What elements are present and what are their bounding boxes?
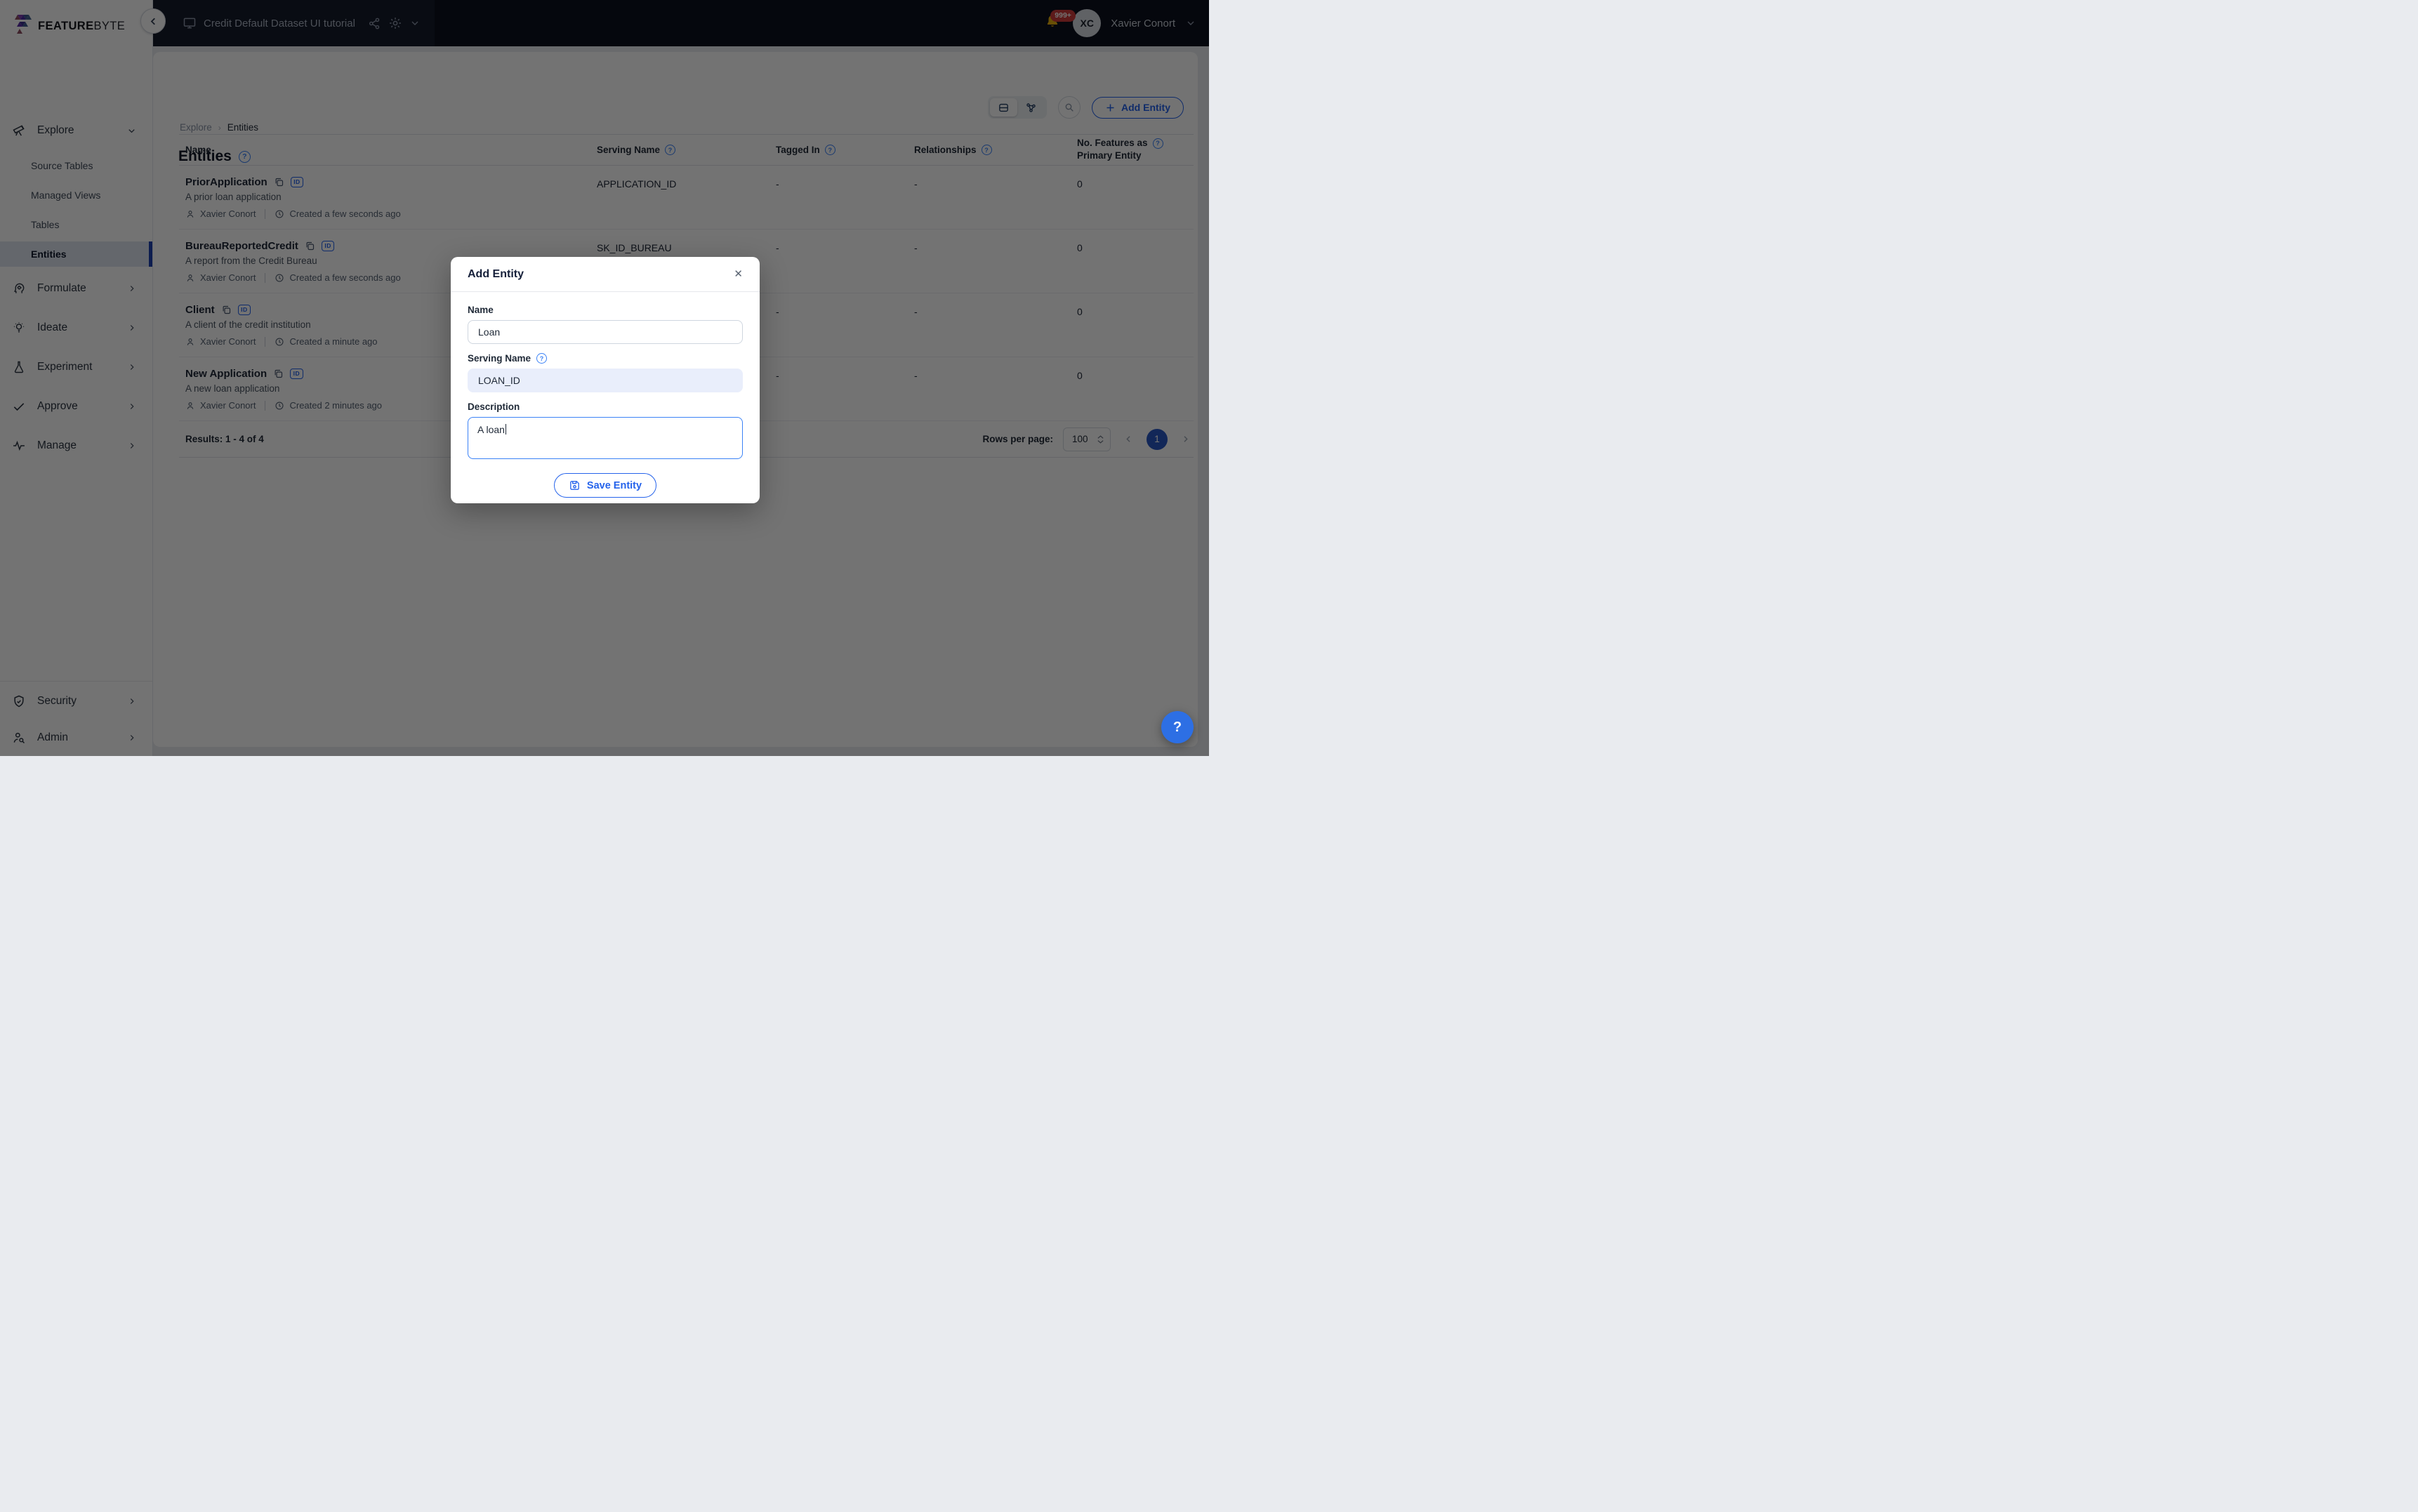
app-root: Credit Default Dataset UI tutorial 999+ … bbox=[0, 0, 1209, 756]
serving-name-input[interactable] bbox=[468, 369, 743, 392]
description-label: Description bbox=[468, 402, 520, 412]
save-disk-icon bbox=[570, 481, 579, 490]
name-input[interactable] bbox=[468, 320, 743, 344]
serving-name-label: Serving Name bbox=[468, 353, 531, 364]
serving-name-help-icon[interactable]: ? bbox=[536, 353, 548, 364]
modal-title: Add Entity bbox=[468, 267, 524, 280]
text-cursor bbox=[505, 424, 507, 435]
add-entity-modal: Add Entity ✕ Name Serving Name ? Descrip… bbox=[451, 257, 760, 503]
description-textarea[interactable]: A loan bbox=[468, 417, 743, 459]
name-label: Name bbox=[468, 305, 494, 315]
help-fab-button[interactable]: ? bbox=[1161, 711, 1194, 743]
close-icon[interactable]: ✕ bbox=[734, 269, 743, 279]
save-entity-button[interactable]: Save Entity bbox=[553, 473, 657, 498]
